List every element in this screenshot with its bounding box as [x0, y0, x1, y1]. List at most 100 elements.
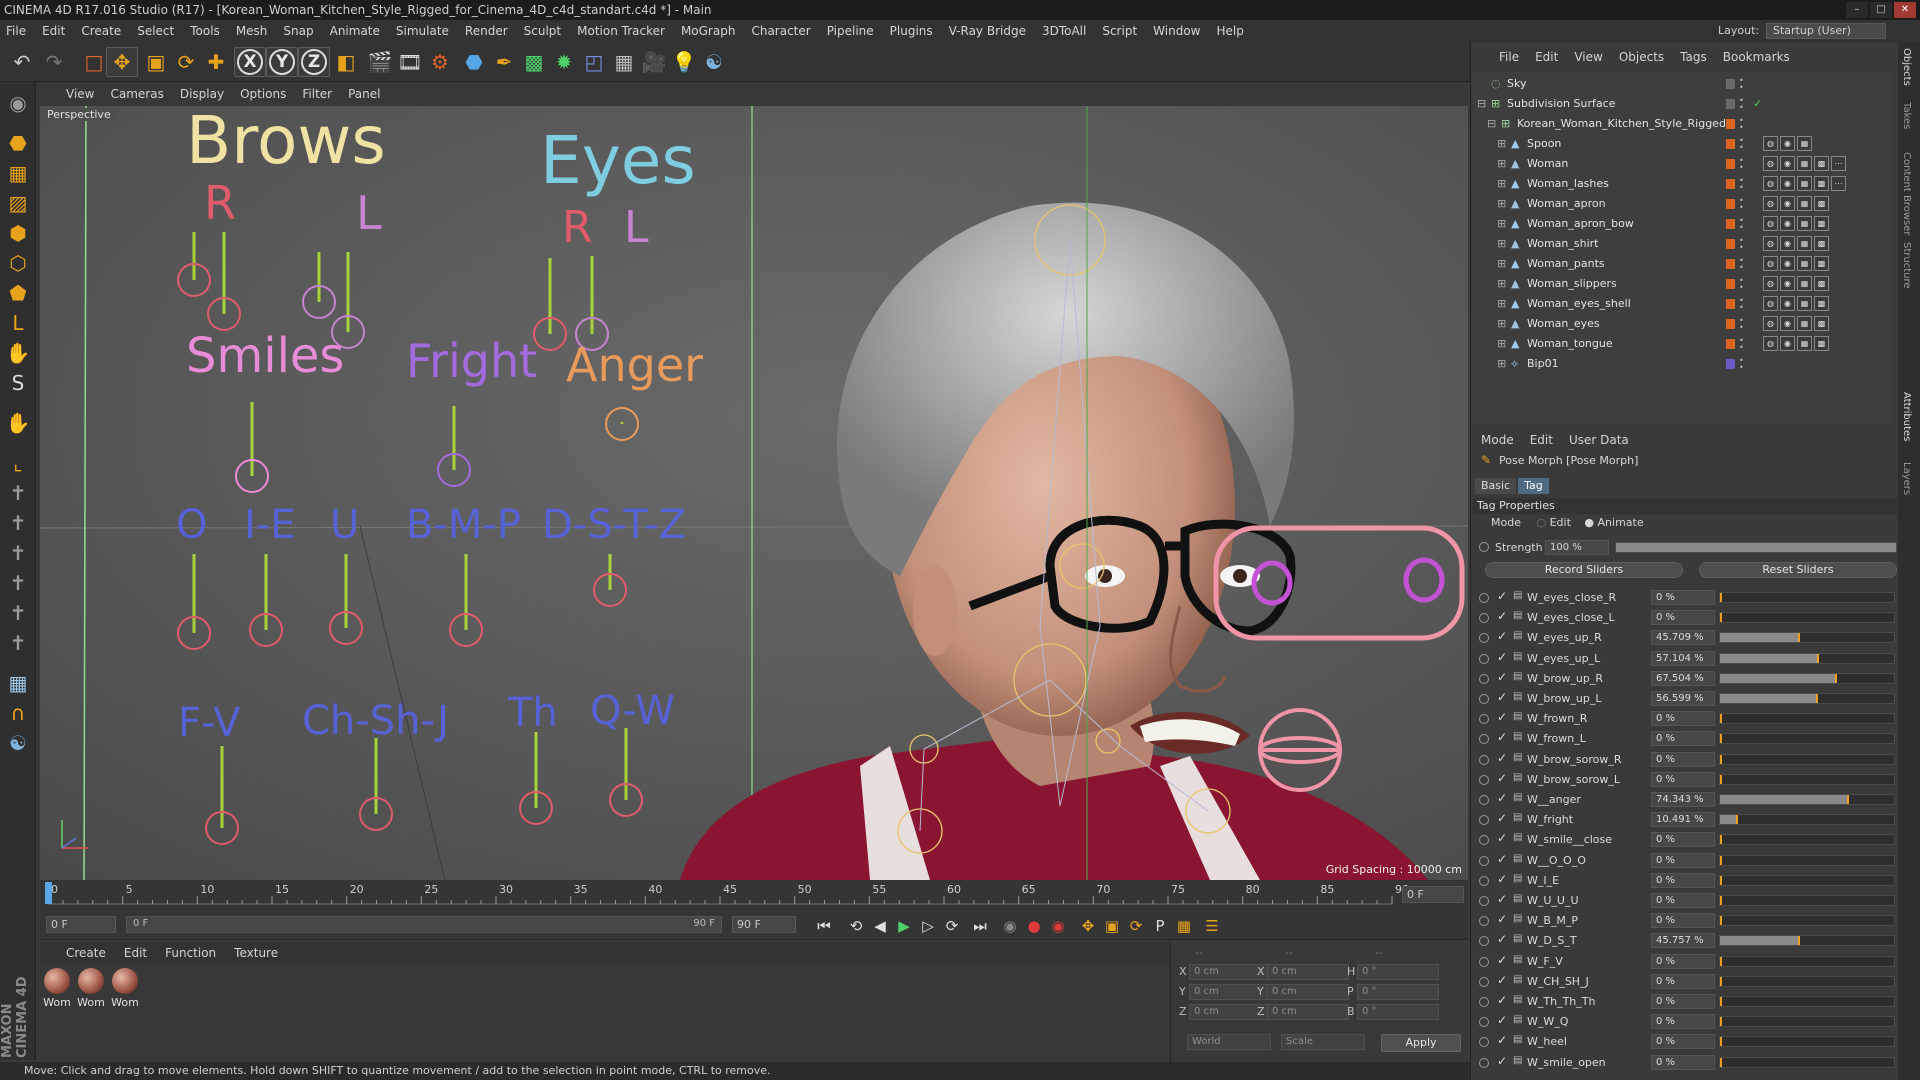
uv-tag-icon[interactable]: ▩	[1814, 276, 1829, 291]
expand-icon[interactable]: ⊟	[1477, 98, 1489, 110]
pose-enable-checkbox[interactable]: ✓	[1497, 1013, 1507, 1027]
start-frame-field[interactable]: 0 F	[46, 916, 116, 933]
mode-edit-radio[interactable]: ○	[1536, 516, 1546, 529]
object-menu-item-file[interactable]: File	[1499, 50, 1519, 64]
material-menu-item-function[interactable]: Function	[165, 946, 216, 960]
pose-anim-icon[interactable]	[1479, 1037, 1489, 1048]
layer-color-swatch[interactable]	[1726, 199, 1735, 209]
menu-item-select[interactable]: Select	[137, 24, 174, 38]
texture-tag-icon[interactable]: ▦	[1797, 336, 1812, 351]
edges-mode-icon[interactable]: ⬡	[2, 248, 34, 278]
pose-slider[interactable]	[1719, 592, 1895, 603]
object-row[interactable]: ⊞ ▲ Woman_pants • • ◍ ◉ ▦ ▩	[1473, 254, 1891, 274]
snapping-icon[interactable]: S	[2, 368, 34, 398]
pose-anim-icon[interactable]	[1479, 734, 1489, 745]
layout-select[interactable]: Startup (User)	[1766, 23, 1886, 39]
phong-tag-icon[interactable]: ◍	[1763, 276, 1778, 291]
menu-item-tools[interactable]: Tools	[190, 24, 220, 38]
pose-enable-checkbox[interactable]: ✓	[1497, 690, 1507, 704]
expand-icon[interactable]: ⊞	[1497, 298, 1509, 310]
object-menu-item-edit[interactable]: Edit	[1535, 50, 1558, 64]
deformer-icon[interactable]: ◰	[578, 47, 610, 77]
expand-icon[interactable]: ⊞	[1497, 238, 1509, 250]
record-icon[interactable]: ●	[1022, 916, 1046, 936]
pose-enable-checkbox[interactable]: ✓	[1497, 589, 1507, 603]
pose-edit-icon[interactable]: ▤	[1513, 671, 1522, 682]
menu-item-pipeline[interactable]: Pipeline	[827, 24, 874, 38]
z-axis-lock-button[interactable]: Z	[298, 47, 330, 77]
pose-enable-checkbox[interactable]: ✓	[1497, 771, 1507, 785]
material-tag-icon[interactable]: ◉	[1780, 276, 1795, 291]
visibility-dots[interactable]: • •	[1739, 157, 1744, 172]
pose-enable-checkbox[interactable]: ✓	[1497, 609, 1507, 623]
tab-tag[interactable]: Tag	[1518, 478, 1549, 494]
object-row[interactable]: ⊟ ⊞ Korean_Woman_Kitchen_Style_Rigged • •	[1473, 114, 1891, 134]
visibility-dots[interactable]: • •	[1739, 177, 1744, 192]
pose-slider[interactable]	[1719, 773, 1895, 785]
pose-value-field[interactable]: 0 %	[1651, 1054, 1715, 1070]
side-tab-takes[interactable]: Takes	[1901, 102, 1912, 129]
pose-slider[interactable]	[1719, 612, 1895, 624]
material-tag-icon[interactable]: ◉	[1780, 176, 1795, 191]
pose-value-field[interactable]: 0 %	[1651, 893, 1715, 908]
material-item[interactable]: Wom	[42, 968, 72, 1009]
menu-item-sculpt[interactable]: Sculpt	[524, 24, 561, 38]
pose-anim-icon[interactable]	[1479, 815, 1489, 826]
visibility-dots[interactable]: • •	[1739, 357, 1744, 372]
expand-icon[interactable]: ⊞	[1497, 138, 1509, 150]
material-tag-icon[interactable]: ◉	[1780, 256, 1795, 271]
material-menu-item-create[interactable]: Create	[66, 946, 106, 960]
pose-enable-checkbox[interactable]: ✓	[1497, 1054, 1507, 1068]
viewport-menu-item-options[interactable]: Options	[240, 87, 286, 101]
visibility-dots[interactable]: • •	[1739, 117, 1744, 132]
pose-edit-icon[interactable]: ▤	[1513, 893, 1522, 904]
pose-anim-icon[interactable]	[1479, 976, 1489, 987]
uv-tag-icon[interactable]: ▩	[1814, 176, 1829, 191]
material-menu-item-edit[interactable]: Edit	[124, 946, 147, 960]
material-item[interactable]: Wom	[110, 968, 140, 1009]
pose-enable-checkbox[interactable]: ✓	[1497, 751, 1507, 765]
reset-sliders-button[interactable]: Reset Sliders	[1699, 562, 1897, 578]
menu-item-snap[interactable]: Snap	[283, 24, 313, 38]
coord-field-p[interactable]: 0 °	[1357, 984, 1439, 1000]
pose-edit-icon[interactable]: ▤	[1513, 630, 1522, 641]
material-tag-icon[interactable]: ◉	[1780, 196, 1795, 211]
phong-tag-icon[interactable]: ◍	[1763, 236, 1778, 251]
pose-enable-checkbox[interactable]: ✓	[1497, 932, 1507, 946]
pose-anim-icon[interactable]	[1479, 633, 1489, 644]
brush-icon[interactable]: ✋	[2, 408, 34, 438]
pose-slider[interactable]	[1719, 1056, 1895, 1068]
material-tag-icon[interactable]: ◉	[1780, 296, 1795, 311]
rotate-tool-icon[interactable]: ⟳	[170, 47, 202, 77]
pose-edit-icon[interactable]: ▤	[1513, 913, 1522, 924]
pose-edit-icon[interactable]: ▤	[1513, 731, 1522, 742]
object-row[interactable]: ⊞ ⟡ Bip01 • •	[1473, 354, 1891, 374]
cube-primitive-icon[interactable]: ⬣	[458, 47, 490, 77]
layer-color-swatch[interactable]	[1726, 259, 1735, 269]
redo-icon[interactable]: ↷	[38, 47, 70, 77]
minimize-icon[interactable]: –	[1846, 2, 1868, 18]
weight-tool-icon[interactable]: ✝	[2, 568, 34, 598]
pose-edit-icon[interactable]: ▤	[1513, 691, 1522, 702]
pose-enable-checkbox[interactable]: ✓	[1497, 670, 1507, 684]
object-row[interactable]: ◌ Sky • •	[1473, 74, 1891, 94]
uv-tag-icon[interactable]: ▩	[1814, 316, 1829, 331]
x-axis-lock-button[interactable]: X	[234, 47, 266, 77]
coord-system-select[interactable]: World	[1187, 1034, 1271, 1050]
pose-slider[interactable]	[1719, 652, 1895, 664]
phong-tag-icon[interactable]: ◍	[1763, 196, 1778, 211]
apply-button[interactable]: Apply	[1381, 1034, 1461, 1052]
pose-slider[interactable]	[1719, 794, 1895, 805]
expand-icon[interactable]: ⊞	[1497, 358, 1509, 370]
layer-color-swatch[interactable]	[1726, 299, 1735, 309]
subdivision-icon[interactable]: ▩	[518, 47, 550, 77]
viewport-menu-item-panel[interactable]: Panel	[348, 87, 380, 101]
side-tab-attributes[interactable]: Attributes	[1901, 392, 1912, 441]
pose-edit-icon[interactable]: ▤	[1513, 590, 1522, 601]
pose-slider[interactable]	[1719, 915, 1895, 927]
menu-item-create[interactable]: Create	[81, 24, 121, 38]
attribute-menu-item-user-data[interactable]: User Data	[1569, 433, 1629, 447]
object-row[interactable]: ⊞ ▲ Spoon • • ◍ ◉ ▦	[1473, 134, 1891, 154]
material-tag-icon[interactable]: ◉	[1780, 216, 1795, 231]
cloner-icon[interactable]: ✹	[548, 47, 580, 77]
